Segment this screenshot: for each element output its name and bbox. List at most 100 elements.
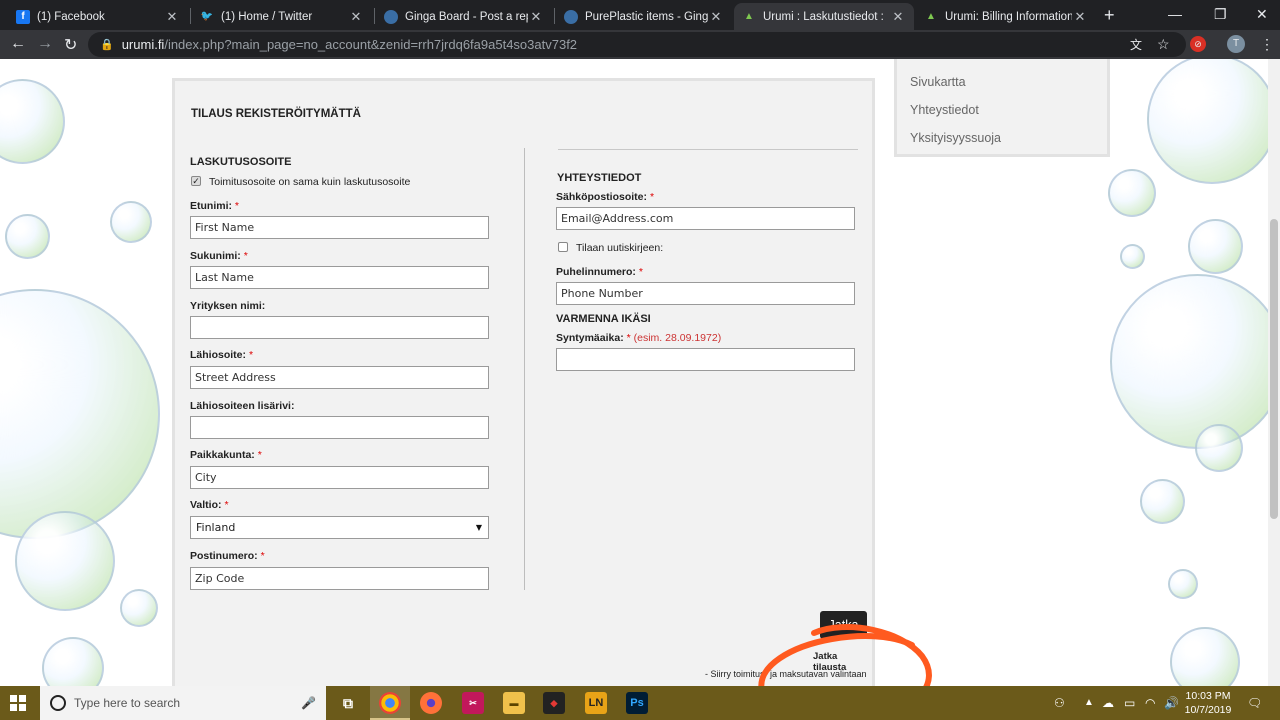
windows-start-icon[interactable]	[10, 695, 26, 711]
clock-date: 10/7/2019	[1184, 704, 1232, 716]
url-path: /index.php?main_page=no_account&zenid=rr…	[164, 37, 578, 52]
page-scrollbar[interactable]	[1268, 59, 1280, 686]
contact-heading: YHTEYSTIEDOT	[557, 172, 642, 184]
city-label: Paikkakunta: *	[190, 449, 262, 461]
notifications-icon[interactable]: 🗨	[1247, 696, 1262, 710]
bubble-decoration	[0, 79, 65, 164]
task-view-icon[interactable]: ⧉	[337, 692, 359, 714]
onedrive-icon[interactable]: ☁	[1102, 696, 1114, 710]
birthdate-field[interactable]	[556, 348, 855, 371]
close-tab-icon[interactable]: ✕	[708, 9, 724, 25]
zip-code-field[interactable]	[190, 567, 489, 590]
back-icon[interactable]: ←	[10, 35, 26, 53]
tab-urumi-laskutustiedot[interactable]: ▲ Urumi : Laskutustiedot : ✕	[734, 3, 914, 30]
last-name-label: Sukunimi: *	[190, 250, 248, 262]
browser-tab-strip: f (1) Facebook ✕ 🐦 (1) Home / Twitter ✕ …	[0, 0, 1280, 30]
city-field[interactable]	[190, 466, 489, 489]
street-address-field[interactable]	[190, 366, 489, 389]
continue-note: - Siirry toimitus- ja maksutavan valinta…	[705, 669, 867, 679]
taskbar-search-box[interactable]: Type here to search 🎤	[40, 686, 326, 720]
bubble-decoration	[0, 289, 160, 539]
ln-app-icon[interactable]: LN	[585, 692, 607, 714]
snipping-tool-icon[interactable]: ✂	[462, 692, 484, 714]
bubble-decoration	[1168, 569, 1198, 599]
newsletter-label: Tilaan uutiskirjeen:	[576, 242, 664, 254]
country-select[interactable]: Finland ▼	[190, 516, 489, 539]
scrollbar-thumb[interactable]	[1270, 219, 1278, 519]
first-name-field[interactable]	[190, 216, 489, 239]
menu-kebab-icon[interactable]: ⋮	[1260, 36, 1274, 53]
people-icon[interactable]: ⚇	[1054, 696, 1065, 710]
close-tab-icon[interactable]: ✕	[890, 9, 906, 25]
age-heading: VARMENNA IKÄSI	[556, 313, 651, 325]
sidebar-link-yksityisyyssuoja[interactable]: Yksityisyyssuoja	[910, 131, 1001, 145]
tab-title: Urumi : Laskutustiedot :	[763, 10, 884, 23]
phone-field[interactable]	[556, 282, 855, 305]
sidebar-link-sivukartta[interactable]: Sivukartta	[910, 75, 966, 89]
newsletter-checkbox[interactable]	[558, 242, 568, 252]
extension-icon[interactable]: ⊘	[1190, 36, 1206, 52]
company-field[interactable]	[190, 316, 489, 339]
phone-label: Puhelinnumero: *	[556, 266, 643, 278]
chrome-icon[interactable]	[379, 692, 401, 714]
tab-twitter[interactable]: 🐦 (1) Home / Twitter ✕	[192, 3, 372, 30]
page-content: Sivukartta Yhteystiedot Yksityisyyssuoja…	[0, 59, 1268, 686]
urumi-icon: ▲	[744, 11, 754, 22]
cortana-icon	[50, 695, 66, 711]
bookmark-star-icon[interactable]: ☆	[1157, 36, 1170, 53]
ginga-board-icon	[564, 9, 578, 24]
new-tab-button[interactable]: +	[1104, 5, 1115, 26]
tab-title: PurePlastic items - Ginga Bo	[585, 10, 708, 23]
microphone-icon[interactable]: 🎤	[301, 696, 316, 710]
tray-chevron-icon[interactable]: ▲	[1084, 697, 1094, 708]
continue-button[interactable]: Jatka	[820, 611, 867, 639]
reload-icon[interactable]: ↻	[64, 35, 77, 55]
checkout-form-panel: TILAUS REKISTERÖITYMÄTTÄ LASKUTUSOSOITE …	[172, 78, 875, 686]
photoshop-icon[interactable]: Ps	[626, 692, 648, 714]
profile-avatar[interactable]: T	[1227, 35, 1245, 53]
last-name-field[interactable]	[190, 266, 489, 289]
taskbar-clock[interactable]: 10:03 PM 10/7/2019	[1178, 689, 1238, 717]
close-tab-icon[interactable]: ✕	[1072, 9, 1088, 25]
clock-time: 10:03 PM	[1185, 690, 1231, 702]
address-bar[interactable]: 🔒 urumi.fi/index.php?main_page=no_accoun…	[88, 32, 1186, 57]
forward-icon[interactable]: →	[37, 35, 53, 53]
bubble-decoration	[110, 201, 152, 243]
bubble-decoration	[1188, 219, 1243, 274]
file-explorer-icon[interactable]: ▬	[503, 692, 525, 714]
taskbar-search-placeholder: Type here to search	[74, 696, 181, 710]
tab-ginga-board-items[interactable]: PurePlastic items - Ginga Bo ✕	[556, 3, 732, 30]
address-line2-field[interactable]	[190, 416, 489, 439]
bubble-decoration	[1195, 424, 1243, 472]
close-tab-icon[interactable]: ✕	[348, 9, 364, 25]
tab-title: (1) Facebook	[37, 10, 105, 23]
address-line2-label: Lähiosoiteen lisärivi:	[190, 400, 295, 412]
tab-ginga-board-reply[interactable]: Ginga Board - Post a reply ✕	[376, 3, 552, 30]
translate-icon[interactable]: 文	[1130, 36, 1142, 53]
company-label: Yrityksen nimi:	[190, 300, 266, 312]
maximize-button[interactable]: ❐	[1214, 6, 1227, 23]
first-name-label: Etunimi: *	[190, 200, 240, 212]
bubble-decoration	[5, 214, 50, 259]
bubble-decoration	[1108, 169, 1156, 217]
tab-title: Ginga Board - Post a reply	[405, 10, 528, 23]
ginga-board-icon	[384, 9, 398, 24]
close-window-button[interactable]: ✕	[1256, 6, 1268, 23]
close-tab-icon[interactable]: ✕	[528, 9, 544, 25]
sidebar-links-box: Sivukartta Yhteystiedot Yksityisyyssuoja	[894, 59, 1110, 157]
tab-separator	[190, 8, 191, 24]
game-app-icon[interactable]: ◆	[543, 692, 565, 714]
same-address-checkbox[interactable]: ✓	[191, 176, 201, 186]
wifi-icon[interactable]: ◠	[1145, 696, 1155, 710]
minimize-button[interactable]: —	[1168, 6, 1182, 22]
tab-urumi-billing[interactable]: ▲ Urumi: Billing Information: ✕	[916, 3, 1096, 30]
tab-separator	[554, 8, 555, 24]
country-label: Valtio: *	[190, 499, 229, 511]
tab-facebook[interactable]: f (1) Facebook ✕	[8, 3, 188, 30]
email-field[interactable]	[556, 207, 855, 230]
battery-icon[interactable]: ▭	[1124, 696, 1135, 710]
close-tab-icon[interactable]: ✕	[164, 9, 180, 25]
volume-icon[interactable]: 🔊	[1164, 696, 1179, 710]
sidebar-link-yhteystiedot[interactable]: Yhteystiedot	[910, 103, 979, 117]
firefox-icon[interactable]	[420, 692, 442, 714]
